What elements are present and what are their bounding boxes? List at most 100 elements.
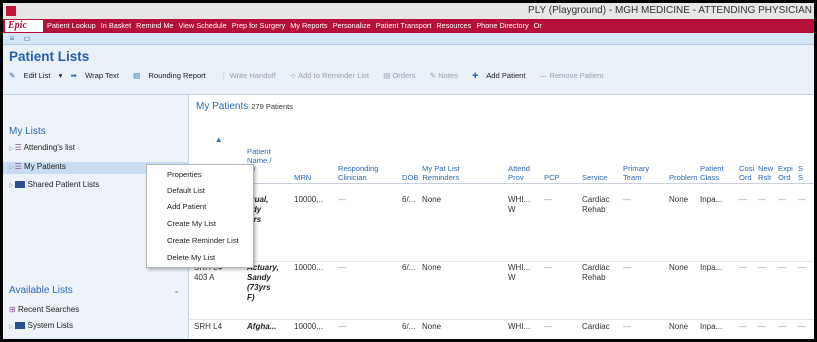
my-reports-button[interactable]: My Reports [290,21,327,30]
epic-window: PLY (Playground) - MGH MEDICINE - ATTEND… [3,3,814,339]
add-patient-button[interactable]: ✚ Add Patient [472,71,531,80]
cell-pcp: — [544,322,552,331]
service-line: Rehab [582,273,606,282]
list-view-icon[interactable]: ≡ [6,34,18,44]
cell-attend: WHI... [508,322,531,331]
column-header-new[interactable]: New Rslt [758,164,773,182]
menu-item-create-my-list[interactable]: Create My List [147,216,253,232]
prep-for-surgery-button[interactable]: Prep for Surgery [232,21,286,30]
cell-expi: — [778,263,786,272]
column-header-s[interactable]: S S [798,164,803,182]
resources-button[interactable]: Resources [436,21,471,30]
header-line: Patient [247,147,271,156]
epic-toolbar: Epic Patient Lookup In Basket Remind Me … [3,19,814,33]
cell-team: — [623,195,631,204]
patient-lookup-button[interactable]: Patient Lookup [47,21,96,30]
column-header-pcp[interactable]: PCP [544,173,560,182]
wrap-text-label: Wrap Text [85,71,119,80]
notes-button[interactable]: ✎ Notes [430,71,464,80]
expand-icon[interactable]: ▷ [9,183,14,189]
attend-line: W [508,273,516,282]
cell-s: — [798,195,806,204]
column-header-problem[interactable]: Problem [669,173,697,182]
cell-attend: WHI... W [508,263,530,283]
sort-indicator-icon[interactable]: ▲ [215,135,223,144]
column-header-class[interactable]: Patient Class [700,164,724,182]
column-header-cosi[interactable]: Cosi Ord [739,164,754,182]
menu-item-properties[interactable]: Properties [147,167,253,183]
service-line: Cardiac [582,263,610,272]
report-icon: ▤ [133,71,141,80]
sidebar-item-recent-searches[interactable]: ⊞ Recent Searches [9,305,79,314]
column-header-expi[interactable]: Expi Ord [778,164,793,182]
cell-dob: 6/... [402,195,416,204]
name-line: Sandy [247,273,272,282]
expand-icon[interactable]: ▷ [9,146,14,152]
cell-patient-name[interactable]: Afgha... [247,322,276,332]
sidebar-item-attendings-list[interactable]: ▷☰ Attending's list [9,143,75,152]
wrap-text-button[interactable]: ➡ Wrap Text [71,71,125,80]
column-header-team[interactable]: Primary Team [623,164,649,182]
cell-dob: 6/... [402,263,416,272]
column-header-reminders[interactable]: My Pat List Reminders [422,164,460,182]
expand-icon[interactable]: ▷ [9,324,14,330]
column-header-mrn[interactable]: MRN [294,173,311,182]
attend-line: WHI... [508,263,531,272]
header-line: My Pat List [422,164,460,173]
orders-button[interactable]: ▤ Orders [383,71,422,80]
in-basket-button[interactable]: In Basket [101,21,131,30]
cell-team: — [623,263,631,272]
cell-patient-name[interactable]: Actuary, Sandy (73yrs F) [247,263,279,303]
sidebar-item-shared-patient-lists[interactable]: ▷ Shared Patient Lists [9,180,99,189]
column-header-dob[interactable]: DOB [402,173,418,182]
cell-expi: — [778,322,786,331]
write-handoff-button[interactable]: ⋮ Write Handoff [220,71,282,80]
column-header-service[interactable]: Service [582,173,607,182]
phone-directory-button[interactable]: Phone Directory [476,21,528,30]
header-line: Primary [623,164,650,173]
epic-logo-button[interactable]: Epic [5,20,43,32]
add-to-reminder-label: Add to Reminder List [298,71,369,80]
sidebar-item-label: Attending's list [23,143,75,152]
service-line: Rehab [582,205,606,214]
page-title: Patient Lists [9,49,90,64]
attend-line: WHI... [508,195,531,204]
sidebar-item-system-lists[interactable]: ▷ System Lists [9,321,73,330]
menu-item-create-reminder-list[interactable]: Create Reminder List [147,233,253,249]
row-divider [190,261,814,262]
cell-problem: None [669,322,689,331]
remove-patient-button[interactable]: — Remove Patient [540,71,610,80]
column-header-attend[interactable]: Attend Prov [508,164,530,182]
cell-service: Cardiac [582,322,610,331]
header-line: Ord [739,173,752,182]
rounding-report-button[interactable]: ▤ Rounding Report [133,71,212,80]
edit-list-button[interactable]: ✎ Edit List ▾ [9,71,62,80]
remind-me-button[interactable]: Remind Me [136,21,173,30]
collapse-chevron-icon[interactable]: ⌄ [173,286,180,295]
view-schedule-button[interactable]: View Schedule [179,21,227,30]
menu-item-add-patient[interactable]: Add Patient [147,199,253,215]
orders-menu-button[interactable]: Or [534,21,542,30]
cell-problem: None [669,195,689,204]
personalize-button[interactable]: Personalize [333,21,371,30]
expand-icon[interactable]: ▷ [9,165,14,171]
menu-item-delete-my-list[interactable]: Delete My List [147,250,253,266]
column-header-clinician[interactable]: Responding Clinician [338,164,379,182]
name-line: F) [247,293,255,302]
cell-mrn: 10000... [294,263,323,272]
list-toolbar: ✎ Edit List ▾ ➡ Wrap Text ▤ Rounding Rep… [9,69,615,83]
patient-transport-button[interactable]: Patient Transport [376,21,432,30]
header-line: Team [623,173,642,182]
header-line: Cosi [739,164,755,173]
add-to-reminder-list-button[interactable]: ⊹ Add to Reminder List [290,71,375,80]
header-line: Responding [338,164,379,173]
window-view-icon[interactable]: ▭ [21,34,33,44]
arrow-right-icon: ➡ [70,71,77,80]
cell-new: — [758,195,766,204]
cell-expi: — [778,195,786,204]
remove-patient-label: Remove Patient [549,71,604,80]
cell-service: Cardiac Rehab [582,263,610,283]
cell-mrn: 10000... [294,322,323,331]
header-divider [190,183,814,184]
menu-item-default-list[interactable]: Default List [147,183,253,199]
